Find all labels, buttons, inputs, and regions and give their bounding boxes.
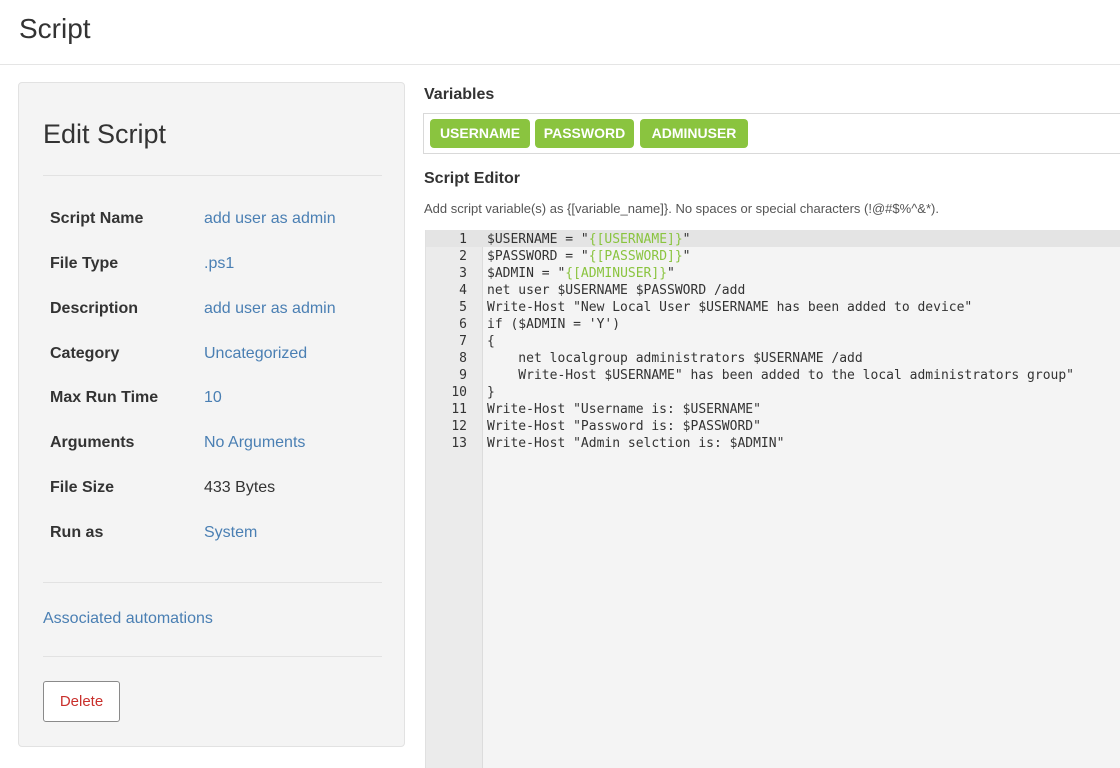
variable-hint: Add script variable(s) as {[variable_nam… bbox=[424, 201, 939, 216]
variable-chip-adminuser[interactable]: ADMINUSER bbox=[640, 119, 748, 148]
line-number: 9 bbox=[459, 368, 467, 383]
description-value[interactable]: add user as admin bbox=[204, 300, 336, 318]
line-number: 2 bbox=[459, 249, 467, 264]
edit-script-panel: Edit Script Script Name add user as admi… bbox=[18, 82, 405, 747]
code-text: { bbox=[487, 334, 495, 349]
prop-row-file-type: File Type .ps1 bbox=[50, 255, 380, 277]
code-text: $PASSWORD = "{[PASSWORD]}" bbox=[487, 249, 691, 264]
code-text: Write-Host "Username is: $USERNAME" bbox=[487, 402, 761, 417]
code-line: 10 } bbox=[426, 384, 1120, 401]
prop-row-arguments: Arguments No Arguments bbox=[50, 434, 380, 456]
prop-row-file-size: File Size 433 Bytes bbox=[50, 479, 380, 501]
code-line: 9 Write-Host $USERNAME" has been added t… bbox=[426, 367, 1120, 384]
variables-box: USERNAME PASSWORD ADMINUSER bbox=[423, 113, 1120, 154]
code-text: Write-Host "New Local User $USERNAME has… bbox=[487, 300, 973, 315]
variables-label: Variables bbox=[424, 86, 495, 103]
prop-label: Script Name bbox=[50, 210, 144, 227]
code-line: 6 if ($ADMIN = 'Y') bbox=[426, 316, 1120, 333]
code-text: Write-Host "Admin selction is: $ADMIN" bbox=[487, 436, 785, 451]
panel-title: Edit Script bbox=[43, 119, 167, 149]
associated-automations-link[interactable]: Associated automations bbox=[43, 610, 213, 628]
page-title: Script bbox=[19, 13, 91, 44]
variable-token: {[USERNAME]} bbox=[588, 232, 683, 247]
category-value[interactable]: Uncategorized bbox=[204, 345, 307, 363]
variable-token: {[PASSWORD]} bbox=[588, 249, 683, 264]
line-number: 6 bbox=[459, 317, 467, 332]
variable-chip-password[interactable]: PASSWORD bbox=[535, 119, 634, 148]
prop-label: File Size bbox=[50, 479, 115, 496]
code-text: } bbox=[487, 385, 495, 400]
prop-label: Description bbox=[50, 300, 139, 317]
script-editor-label: Script Editor bbox=[424, 170, 521, 187]
line-number: 1 bbox=[459, 232, 467, 247]
prop-label: Arguments bbox=[50, 434, 135, 451]
line-number: 3 bbox=[459, 266, 467, 281]
line-number: 5 bbox=[459, 300, 467, 315]
run-as-value[interactable]: System bbox=[204, 524, 257, 542]
prop-row-run-as: Run as System bbox=[50, 524, 380, 546]
prop-row-script-name: Script Name add user as admin bbox=[50, 210, 380, 232]
line-number: 13 bbox=[451, 436, 467, 451]
line-number: 7 bbox=[459, 334, 467, 349]
divider bbox=[43, 175, 382, 176]
prop-row-max-run-time: Max Run Time 10 bbox=[50, 389, 380, 411]
delete-button[interactable]: Delete bbox=[43, 681, 120, 722]
prop-label: Category bbox=[50, 345, 120, 362]
code-text: $ADMIN = "{[ADMINUSER]}" bbox=[487, 266, 675, 281]
variable-chip-username[interactable]: USERNAME bbox=[430, 119, 530, 148]
code-text: if ($ADMIN = 'Y') bbox=[487, 317, 621, 332]
variable-token: {[ADMINUSER]} bbox=[565, 266, 668, 281]
prop-label: Run as bbox=[50, 524, 104, 541]
file-size-value: 433 Bytes bbox=[204, 479, 276, 496]
line-number: 10 bbox=[451, 385, 467, 400]
code-line: 5 Write-Host "New Local User $USERNAME h… bbox=[426, 299, 1120, 316]
line-number: 11 bbox=[451, 402, 467, 417]
code-text: net localgroup administrators $USERNAME … bbox=[487, 351, 863, 366]
code-line: 8 net localgroup administrators $USERNAM… bbox=[426, 350, 1120, 367]
code-line: 2 $PASSWORD = "{[PASSWORD]}" bbox=[426, 248, 1120, 265]
line-number: 12 bbox=[451, 419, 467, 434]
code-line: 11 Write-Host "Username is: $USERNAME" bbox=[426, 401, 1120, 418]
code-text: Write-Host "Password is: $PASSWORD" bbox=[487, 419, 761, 434]
code-line: 12 Write-Host "Password is: $PASSWORD" bbox=[426, 418, 1120, 435]
line-number: 4 bbox=[459, 283, 467, 298]
code-line: 3 $ADMIN = "{[ADMINUSER]}" bbox=[426, 265, 1120, 282]
script-name-value[interactable]: add user as admin bbox=[204, 210, 336, 228]
line-number: 8 bbox=[459, 351, 467, 366]
code-line: 13 Write-Host "Admin selction is: $ADMIN… bbox=[426, 435, 1120, 452]
code-text: Write-Host $USERNAME" has been added to … bbox=[487, 368, 1074, 383]
code-line: 4 net user $USERNAME $PASSWORD /add bbox=[426, 282, 1120, 299]
file-type-value[interactable]: .ps1 bbox=[204, 255, 234, 273]
script-editor[interactable]: 1 $USERNAME = "{[USERNAME]}" 2 $PASSWORD… bbox=[425, 230, 1120, 768]
prop-row-description: Description add user as admin bbox=[50, 300, 380, 322]
prop-label: File Type bbox=[50, 255, 119, 272]
code-line: 1 $USERNAME = "{[USERNAME]}" bbox=[426, 231, 1120, 248]
page-header: Script bbox=[0, 0, 1120, 65]
code-text: net user $USERNAME $PASSWORD /add bbox=[487, 283, 746, 298]
code-line: 7 { bbox=[426, 333, 1120, 350]
code-text: $USERNAME = "{[USERNAME]}" bbox=[487, 232, 691, 247]
prop-label: Max Run Time bbox=[50, 389, 159, 406]
arguments-value[interactable]: No Arguments bbox=[204, 434, 305, 452]
divider bbox=[43, 582, 382, 583]
divider bbox=[43, 656, 382, 657]
prop-row-category: Category Uncategorized bbox=[50, 345, 380, 367]
max-run-time-value[interactable]: 10 bbox=[204, 389, 222, 407]
